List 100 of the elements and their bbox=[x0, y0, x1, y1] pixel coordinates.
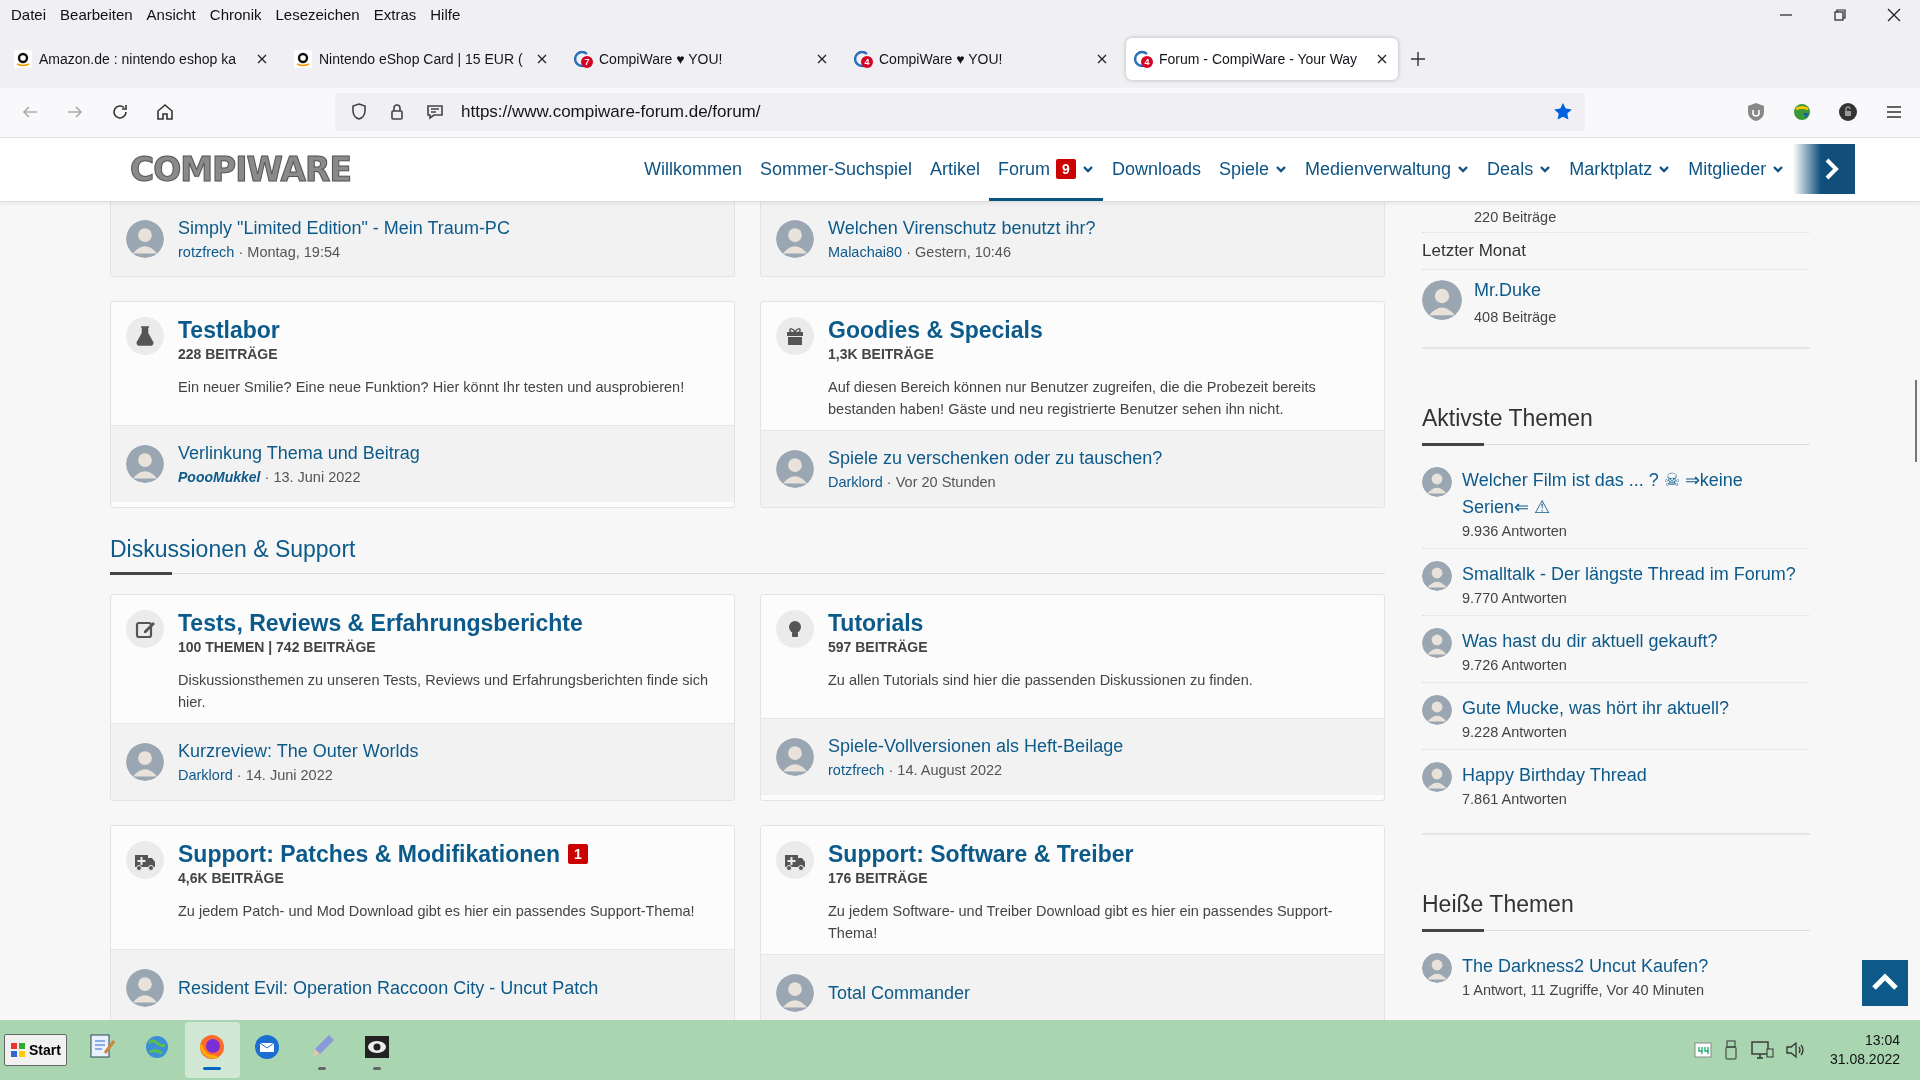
avatar bbox=[1422, 279, 1462, 320]
sidebar-heading: Heiße Themen bbox=[1422, 890, 1810, 931]
browser-tab[interactable]: 4 Forum - CompiWare - Your Way bbox=[1126, 37, 1398, 80]
last-post-link[interactable]: Welchen Virenschutz benutzt ihr? bbox=[828, 217, 1096, 240]
menu-item[interactable]: Hilfe bbox=[423, 6, 468, 24]
avatar bbox=[126, 742, 164, 781]
menu-item[interactable]: Lesezeichen bbox=[268, 6, 367, 24]
nav-link[interactable]: Mitglieder bbox=[1679, 137, 1794, 202]
menu-item[interactable]: Chronik bbox=[202, 6, 269, 24]
post-count: 176 BEITRÄGE bbox=[828, 869, 929, 886]
scroll-right-button[interactable] bbox=[1793, 144, 1856, 195]
network-icon[interactable] bbox=[1749, 1039, 1774, 1062]
author-link[interactable]: PoooMukkel bbox=[178, 469, 261, 486]
browser-tab[interactable]: Nintendo eShop Card | 15 EUR ( bbox=[286, 37, 558, 80]
avatar bbox=[126, 219, 164, 258]
forum-description: Zu jedem Patch- und Mod Download gibt es hier ein passendes Support-Thema! bbox=[178, 901, 695, 921]
nav-link[interactable]: Spiele bbox=[1209, 137, 1296, 202]
last-post-link[interactable]: Total Commander bbox=[828, 981, 971, 1004]
sidebar-heading: Aktivste Themen bbox=[1422, 404, 1810, 445]
nav-link[interactable]: Downloads bbox=[1102, 137, 1210, 202]
topic-link[interactable]: Smalltalk - Der längste Thread im Forum? bbox=[1462, 560, 1796, 588]
nav-link[interactable]: Medienverwaltung bbox=[1296, 137, 1479, 202]
separator-dot: · bbox=[238, 244, 244, 261]
post-count: 100 THEMEN | 742 BEITRÄGE bbox=[178, 638, 377, 655]
nav-link[interactable]: Willkommen bbox=[635, 137, 751, 202]
scrollbar-thumb[interactable] bbox=[1915, 379, 1917, 462]
forum-title-link[interactable]: Support: Patches & Modifikationen bbox=[178, 840, 561, 868]
menu-item[interactable]: Ansicht bbox=[139, 6, 203, 24]
browser-tab[interactable]: Amazon.de : nintendo eshop ka bbox=[6, 37, 278, 80]
last-post-link[interactable]: Spiele zu verschenken oder zu tauschen? bbox=[828, 447, 1163, 470]
post-date: 14. Juni 2022 bbox=[245, 767, 333, 784]
browser-tab[interactable]: 4 CompiWare ♥ YOU! bbox=[846, 37, 1118, 80]
tab-count-badge: 7 bbox=[581, 55, 593, 68]
forum-description: Zu jedem Software- und Treiber Download gibt es hier ein passendes Support-Thema! bbox=[828, 901, 1334, 943]
topic-link[interactable]: Happy Birthday Thread bbox=[1462, 761, 1647, 789]
start-button[interactable]: Start bbox=[4, 1034, 67, 1067]
tab-count-badge: 4 bbox=[861, 55, 873, 68]
forum-description: Auf diesen Bereich können nur Benutzer zugreifen, die die Probezeit bereits bestanden haben! Gäste und neu registrierte Benutzer sehen ihn nicht. bbox=[828, 377, 1317, 419]
forum-title-link[interactable]: Testlabor bbox=[178, 316, 280, 344]
flask-icon bbox=[126, 316, 164, 355]
separator-dot: · bbox=[236, 767, 242, 784]
post-count: 228 BEITRÄGE bbox=[178, 345, 279, 362]
last-post-link[interactable]: Verlinkung Thema und Beitrag bbox=[178, 442, 420, 465]
topic-link[interactable]: Gute Mucke, was hört ihr aktuell? bbox=[1462, 694, 1730, 722]
count-badge: 1 bbox=[568, 844, 588, 865]
forum-title-link[interactable]: Tutorials bbox=[828, 609, 924, 637]
post-count: 220 Beiträge bbox=[1474, 208, 1557, 225]
forum-description: Diskussionsthemen zu unseren Tests, Reviews und Erfahrungsberichten finde sich hier. bbox=[178, 670, 710, 712]
separator-dot: · bbox=[886, 474, 892, 491]
post-count: 4,6K BEITRÄGE bbox=[178, 869, 285, 886]
menu-item[interactable]: Bearbeiten bbox=[53, 6, 140, 24]
separator-dot: · bbox=[906, 244, 912, 261]
nav-link[interactable]: Artikel bbox=[921, 137, 990, 202]
post-count: 597 BEITRÄGE bbox=[828, 638, 929, 655]
menu-item[interactable]: Datei bbox=[4, 6, 54, 24]
topic-link[interactable]: Was hast du dir aktuell gekauft? bbox=[1462, 627, 1718, 655]
menu-item[interactable]: Extras bbox=[366, 6, 424, 24]
topic-info: 7.861 Antworten bbox=[1462, 790, 1568, 807]
avatar bbox=[126, 968, 164, 1007]
post-count: 1,3K BEITRÄGE bbox=[828, 345, 935, 362]
username-link[interactable]: Mr.Duke bbox=[1474, 279, 1557, 301]
nav-link[interactable]: Marktplatz bbox=[1560, 137, 1680, 202]
address-bar[interactable]: https://www.compiware-forum.de/forum/ bbox=[335, 93, 1585, 132]
post-count: 408 Beiträge bbox=[1474, 308, 1557, 325]
amazon-favicon-icon bbox=[14, 49, 32, 68]
post-date: 13. Juni 2022 bbox=[273, 469, 361, 486]
nav-link[interactable]: Deals bbox=[1478, 137, 1561, 202]
separator-dot: · bbox=[888, 762, 894, 779]
author-link[interactable]: rotzfrech bbox=[828, 762, 885, 779]
avatar bbox=[776, 449, 814, 488]
forum-title-link[interactable]: Goodies & Specials bbox=[828, 316, 1043, 344]
author-link[interactable]: Malachai80 bbox=[828, 244, 903, 261]
avatar bbox=[1422, 694, 1452, 725]
forum-title-link[interactable]: Support: Software & Treiber bbox=[828, 840, 1134, 868]
windows-logo-icon bbox=[10, 1042, 26, 1059]
author-link[interactable]: Darklord bbox=[828, 474, 883, 491]
avatar bbox=[1422, 560, 1452, 591]
topic-link[interactable]: The Darkness2 Uncut Kaufen? bbox=[1462, 952, 1709, 980]
author-link[interactable]: rotzfrech bbox=[178, 244, 235, 261]
avatar bbox=[776, 219, 814, 258]
last-post-link[interactable]: Spiele-Vollversionen als Heft-Beilage bbox=[828, 735, 1124, 758]
ambulance-icon bbox=[776, 840, 814, 879]
gift-icon bbox=[776, 316, 814, 355]
avatar bbox=[776, 737, 814, 776]
topic-link[interactable]: Welcher Film ist das ... ? ☠ ⇒keine Serien⇐ ⚠ bbox=[1462, 466, 1810, 521]
author-link[interactable]: Darklord bbox=[178, 767, 233, 784]
forum-description: Ein neuer Smilie? Eine neue Funktion? Hier könnt Ihr testen und ausprobieren! bbox=[178, 377, 685, 397]
topic-info: 9.936 Antworten bbox=[1462, 522, 1568, 539]
post-date: Vor 20 Stunden bbox=[895, 474, 996, 491]
forum-description: Zu allen Tutorials sind hier die passenden Diskussionen zu finden. bbox=[828, 670, 1253, 690]
period-label: Letzter Monat bbox=[1422, 232, 1810, 270]
browser-tab[interactable]: 7 CompiWare ♥ YOU! bbox=[566, 37, 838, 80]
avatar bbox=[1422, 952, 1452, 983]
last-post-link[interactable]: Kurzreview: The Outer Worlds bbox=[178, 740, 419, 763]
avatar bbox=[1422, 761, 1452, 792]
nav-link[interactable]: Sommer-Suchspiel bbox=[751, 137, 922, 202]
avatar bbox=[776, 973, 814, 1012]
forum-title-link[interactable]: Tests, Reviews & Erfahrungsberichte bbox=[178, 609, 583, 637]
last-post-link[interactable]: Simply "Limited Edition" - Mein Traum-PC bbox=[178, 217, 510, 240]
clock[interactable]: 13:04 31.08.2022 bbox=[1829, 1031, 1900, 1070]
